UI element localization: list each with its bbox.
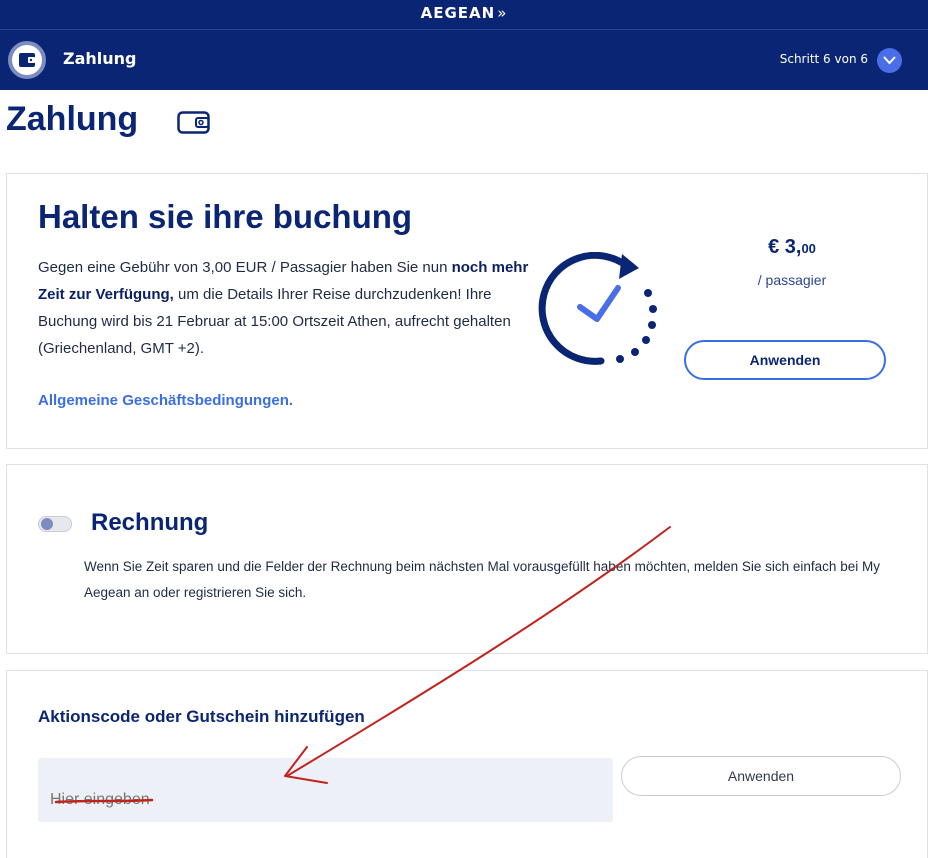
chevron-down-icon — [883, 56, 896, 65]
promo-card: Aktionscode oder Gutschein hinzufügen An… — [6, 670, 928, 858]
logo-chevron-icon: » — [497, 4, 508, 22]
top-logo-bar: AEGEAN» — [0, 0, 928, 30]
step-counter: Schritt 6 von 6 — [779, 52, 868, 66]
step-bar: Zahlung Schritt 6 von 6 — [0, 30, 928, 90]
clock-refresh-icon — [538, 252, 657, 365]
page-title: Zahlung — [6, 100, 139, 138]
invoice-toggle[interactable] — [38, 516, 72, 532]
hold-price: € 3,00 — [768, 236, 816, 258]
promo-title: Aktionscode oder Gutschein hinzufügen — [38, 707, 365, 726]
steps-expand-button[interactable] — [877, 48, 902, 73]
hold-apply-button[interactable]: Anwenden — [684, 340, 886, 380]
invoice-card: Rechnung Wenn Sie Zeit sparen und die Fe… — [6, 464, 928, 654]
toggle-knob — [41, 518, 53, 530]
wallet-icon — [19, 53, 35, 67]
hold-booking-description: Gegen eine Gebühr von 3,00 EUR / Passagi… — [38, 259, 529, 357]
hold-booking-title: Halten sie ihre buchung — [38, 198, 413, 235]
hold-booking-card: Halten sie ihre buchung Gegen eine Gebüh… — [6, 173, 928, 449]
wallet-icon — [177, 111, 210, 134]
step-title: Zahlung — [63, 49, 137, 68]
invoice-title: Rechnung — [91, 509, 209, 536]
terms-link[interactable]: Allgemeine Geschäftsbedingungen. — [38, 392, 293, 409]
step-icon-badge — [8, 41, 46, 79]
promo-code-input[interactable] — [38, 758, 613, 822]
invoice-description: Wenn Sie Zeit sparen und die Felder der … — [84, 559, 880, 600]
aegean-logo[interactable]: AEGEAN» — [0, 4, 928, 22]
logo-text: AEGEAN — [420, 4, 496, 22]
promo-apply-button[interactable]: Anwenden — [621, 756, 901, 796]
per-passenger-label: / passagier — [757, 272, 827, 288]
